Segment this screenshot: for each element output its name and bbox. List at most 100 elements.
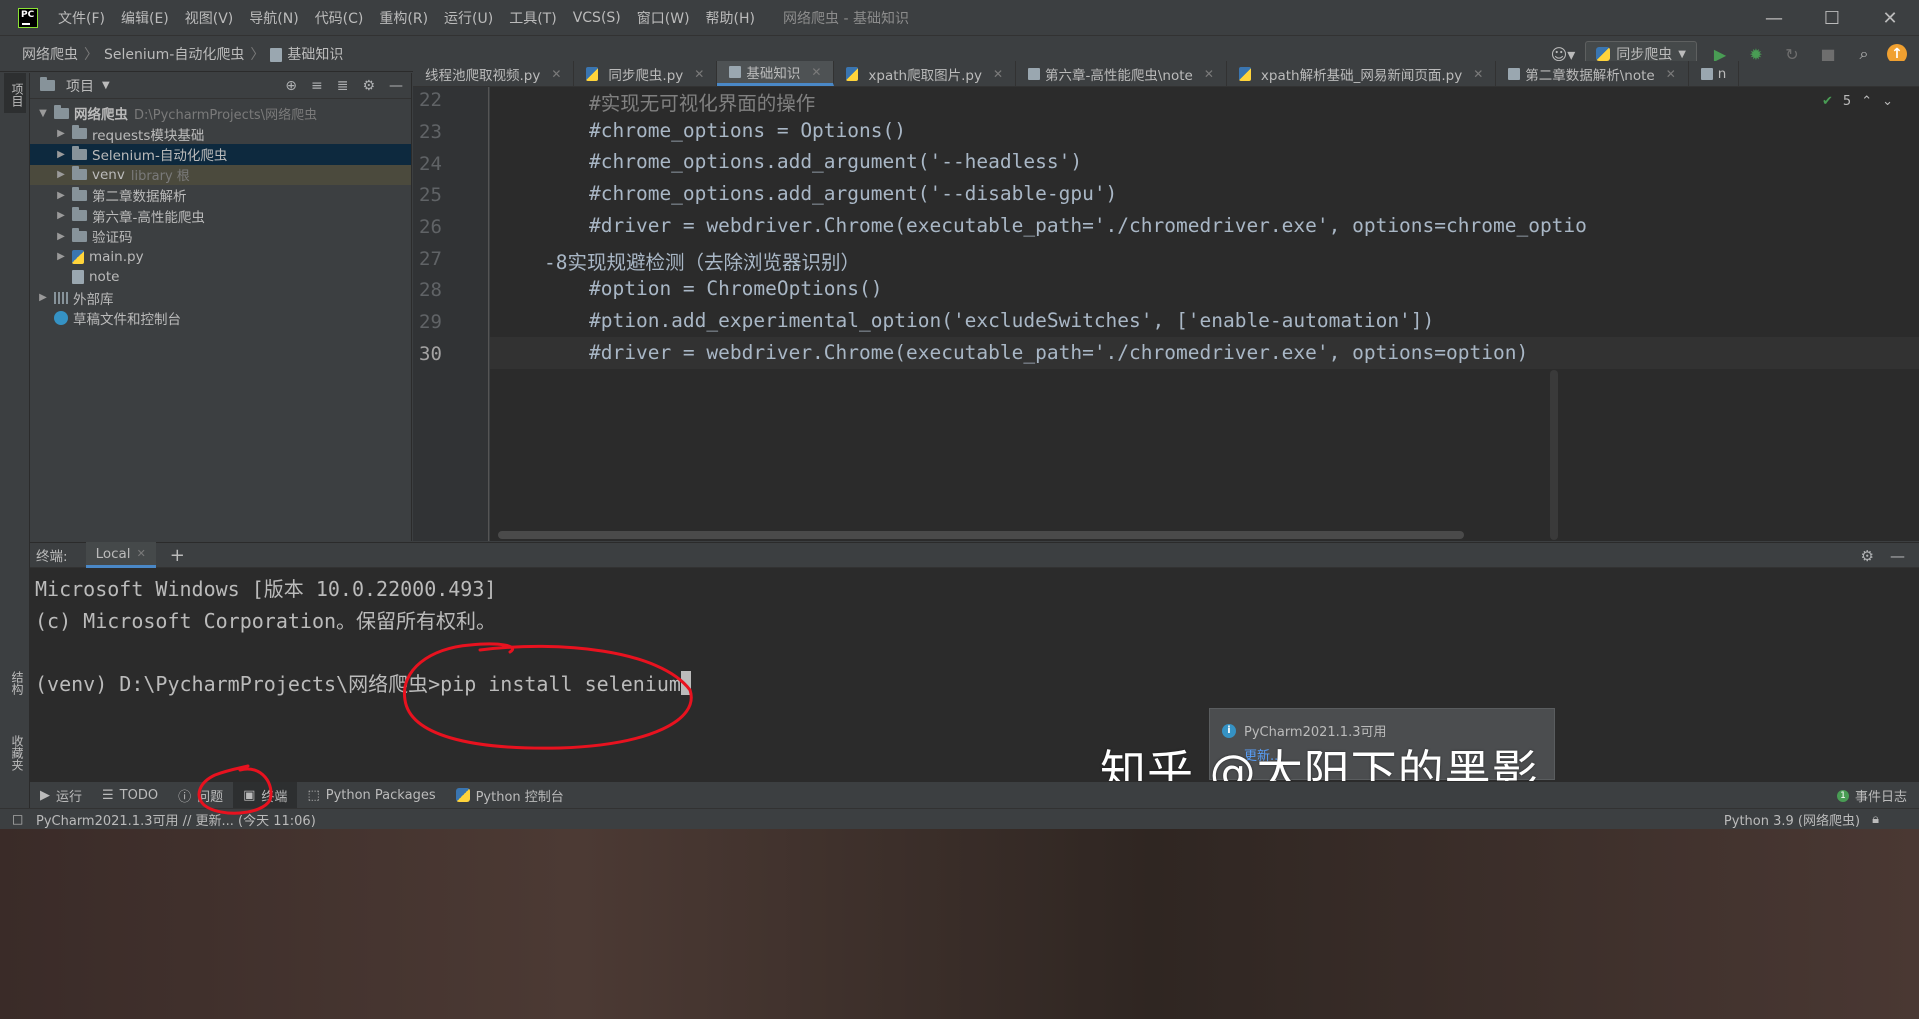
- menu-help[interactable]: 帮助(H): [698, 8, 763, 28]
- chevron-right-icon[interactable]: ▶: [54, 128, 68, 139]
- breadcrumb-file: 基础知识: [287, 46, 344, 63]
- tree-item-requests[interactable]: ▶ requests模块基础: [30, 124, 411, 145]
- collapse-all-icon[interactable]: ≣: [337, 78, 349, 94]
- chevron-down-icon[interactable]: ▼: [36, 108, 50, 119]
- tree-item-chapter6[interactable]: ▶ 第六章-高性能爬虫: [30, 206, 411, 227]
- editor-tab[interactable]: n: [1689, 61, 1740, 86]
- code-line: #chrome_options.add_argument('--disable-…: [589, 182, 1118, 205]
- lock-icon[interactable]: 🔒︎: [1872, 812, 1879, 827]
- editor-tab[interactable]: 第二章数据解析\note ✕: [1496, 61, 1689, 86]
- editor-tab[interactable]: 线程池爬取视频.py ✕: [413, 61, 575, 86]
- chevron-down-icon[interactable]: ▼: [102, 80, 110, 91]
- menu-tools[interactable]: 工具(T): [501, 8, 564, 28]
- breadcrumb-file-wrap[interactable]: 基础知识: [264, 44, 349, 64]
- chevron-right-icon[interactable]: ▶: [54, 149, 68, 160]
- code-editor[interactable]: ✔ 5 ⌃ ⌄ #实现无可视化界面的操作 #chrome_options = O…: [490, 87, 1919, 541]
- maximize-button[interactable]: ☐: [1803, 0, 1861, 36]
- menu-refactor[interactable]: 重构(R): [371, 8, 436, 28]
- close-icon[interactable]: ✕: [694, 67, 704, 81]
- terminal-tool-tab[interactable]: ▣ 终端: [233, 781, 298, 809]
- project-panel-title[interactable]: 项目: [66, 76, 94, 96]
- editor-tab[interactable]: 第六章-高性能爬虫\note ✕: [1016, 61, 1227, 86]
- editor-tab[interactable]: xpath解析基础_网易新闻页面.py ✕: [1227, 61, 1497, 86]
- code-line: -8实现规避检测（去除浏览器识别）: [544, 251, 860, 274]
- chevron-right-icon[interactable]: ▶: [54, 190, 68, 201]
- project-tool-tab[interactable]: 项目: [4, 73, 26, 113]
- terminal-output[interactable]: Microsoft Windows [版本 10.0.22000.493] (c…: [30, 568, 1919, 781]
- event-log-tab[interactable]: 1 事件日志: [1836, 782, 1907, 809]
- gear-icon[interactable]: ⚙: [362, 78, 375, 94]
- status-message[interactable]: PyCharm2021.1.3可用 // 更新... (今天 11:06): [36, 810, 316, 829]
- gear-icon[interactable]: ⚙: [1861, 547, 1874, 565]
- close-icon[interactable]: ✕: [993, 67, 1003, 81]
- horizontal-scrollbar[interactable]: [498, 531, 1464, 539]
- close-icon[interactable]: ✕: [1666, 67, 1676, 81]
- editor-tab-active[interactable]: 基础知识 ✕: [717, 61, 835, 86]
- run-tool-tab[interactable]: ▶ 运行: [30, 782, 92, 809]
- structure-tool-tab[interactable]: 结构: [4, 663, 26, 703]
- tool-tab-label: 问题: [197, 789, 224, 805]
- tree-item-external-libs[interactable]: ▶ 外部库: [30, 288, 411, 309]
- close-icon[interactable]: ✕: [1473, 67, 1483, 81]
- breadcrumb-separator-icon: 〉: [84, 46, 98, 63]
- folder-icon: [72, 166, 87, 181]
- hide-icon[interactable]: —: [389, 78, 403, 94]
- python-packages-tool-tab[interactable]: ⬚ Python Packages: [297, 782, 445, 809]
- favorites-tool-tab[interactable]: 收藏夹: [4, 723, 26, 783]
- python-file-icon: [846, 66, 859, 81]
- todo-tool-tab[interactable]: ☰ TODO: [92, 782, 168, 809]
- hide-icon[interactable]: —: [1890, 547, 1905, 565]
- close-icon[interactable]: ✕: [811, 65, 821, 79]
- expand-all-icon[interactable]: ≡: [311, 78, 323, 94]
- tree-item-venv[interactable]: ▶ venv library 根: [30, 164, 411, 185]
- chevron-up-icon[interactable]: ⌃: [1861, 94, 1872, 109]
- menu-edit[interactable]: 编辑(E): [113, 8, 177, 28]
- minimize-button[interactable]: —: [1745, 0, 1803, 36]
- chevron-right-icon[interactable]: ▶: [36, 292, 50, 303]
- interpreter-selector[interactable]: Python 3.9 (网络爬虫): [1724, 810, 1860, 829]
- chevron-right-icon[interactable]: ▶: [54, 169, 68, 180]
- menu-run[interactable]: 运行(U): [436, 8, 501, 28]
- tree-root[interactable]: ▼ 网络爬虫 D:\PycharmProjects\网络爬虫: [30, 103, 411, 124]
- menu-navigate[interactable]: 导航(N): [241, 8, 306, 28]
- folder-icon: [72, 227, 87, 242]
- terminal-line: Microsoft Windows [版本 10.0.22000.493]: [35, 577, 497, 601]
- tree-item-main-py[interactable]: ▶ main.py: [30, 247, 411, 268]
- add-terminal-icon[interactable]: +: [170, 545, 185, 566]
- locate-icon[interactable]: ⊕: [285, 78, 297, 94]
- menu-vcs[interactable]: VCS(S): [565, 10, 629, 26]
- problems-tool-tab[interactable]: ⓘ 问题: [168, 782, 233, 809]
- tree-item-captcha[interactable]: ▶ 验证码: [30, 226, 411, 247]
- chevron-down-icon[interactable]: ⌄: [1882, 94, 1893, 109]
- vertical-scrollbar[interactable]: [1550, 370, 1558, 540]
- breadcrumb-project[interactable]: 网络爬虫: [0, 44, 84, 64]
- close-icon[interactable]: ✕: [1204, 67, 1214, 81]
- tree-item-selenium[interactable]: ▶ Selenium-自动化爬虫: [30, 144, 411, 165]
- chevron-right-icon[interactable]: ▶: [54, 251, 68, 262]
- menu-view[interactable]: 视图(V): [177, 8, 242, 28]
- text-file-icon: [270, 47, 283, 62]
- editor-tab[interactable]: xpath爬取图片.py ✕: [834, 61, 1016, 86]
- chevron-right-icon[interactable]: ▶: [54, 210, 68, 221]
- tree-item-chapter2[interactable]: ▶ 第二章数据解析: [30, 185, 411, 206]
- close-icon[interactable]: ✕: [137, 547, 146, 560]
- tree-root-label: 网络爬虫: [74, 107, 128, 124]
- code-line: #ption.add_experimental_option('excludeS…: [589, 309, 1435, 332]
- terminal-prompt-line[interactable]: (venv) D:\PycharmProjects\网络爬虫>pip insta…: [35, 668, 691, 697]
- editor-tab[interactable]: 同步爬虫.py ✕: [574, 61, 718, 86]
- python-console-tool-tab[interactable]: Python 控制台: [446, 782, 574, 809]
- inspection-widget[interactable]: ✔ 5 ⌃ ⌄: [1822, 94, 1893, 109]
- menu-file[interactable]: 文件(F): [50, 8, 113, 28]
- menu-code[interactable]: 代码(C): [307, 8, 372, 28]
- close-icon[interactable]: ✕: [551, 67, 561, 81]
- chevron-right-icon[interactable]: ▶: [54, 231, 68, 242]
- breadcrumb-folder[interactable]: Selenium-自动化爬虫: [98, 44, 250, 64]
- terminal-tab-local[interactable]: Local ✕: [85, 542, 156, 568]
- tree-item-note[interactable]: note: [30, 267, 411, 288]
- window-controls: — ☐ ✕: [1745, 0, 1919, 36]
- tree-item-scratches[interactable]: 草稿文件和控制台: [30, 308, 411, 329]
- close-button[interactable]: ✕: [1861, 0, 1919, 36]
- layout-icon[interactable]: □: [12, 812, 23, 826]
- status-bar: □ PyCharm2021.1.3可用 // 更新... (今天 11:06) …: [0, 808, 1919, 829]
- menu-window[interactable]: 窗口(W): [629, 8, 698, 28]
